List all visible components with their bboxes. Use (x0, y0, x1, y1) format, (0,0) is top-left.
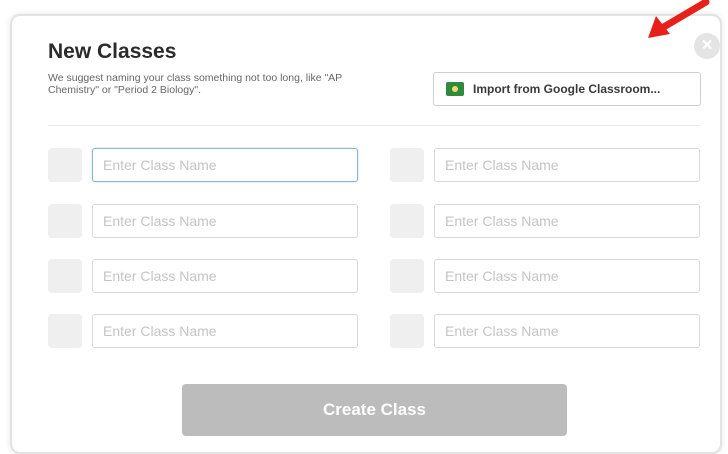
class-color-swatch[interactable] (390, 314, 424, 348)
new-classes-modal: New Classes We suggest naming your class… (10, 14, 722, 454)
class-row (390, 314, 700, 348)
class-name-input[interactable] (434, 314, 700, 348)
class-color-swatch[interactable] (390, 148, 424, 182)
class-name-input[interactable] (92, 314, 358, 348)
class-color-swatch[interactable] (390, 259, 424, 293)
class-row (48, 204, 358, 238)
class-row (390, 148, 700, 182)
modal-title: New Classes (48, 40, 177, 63)
class-color-swatch[interactable] (48, 259, 82, 293)
class-color-swatch[interactable] (48, 148, 82, 182)
class-row (390, 204, 700, 238)
divider (48, 125, 700, 126)
class-color-swatch[interactable] (48, 314, 82, 348)
google-classroom-icon (446, 82, 464, 96)
class-row (48, 148, 358, 182)
class-row (48, 314, 358, 348)
import-button-label: Import from Google Classroom... (473, 82, 661, 96)
class-name-input[interactable] (92, 148, 358, 182)
class-name-input[interactable] (92, 204, 358, 238)
class-color-swatch[interactable] (390, 204, 424, 238)
class-name-input[interactable] (434, 148, 700, 182)
modal-subtitle: We suggest naming your class something n… (48, 72, 342, 96)
red-arrow-icon (648, 0, 710, 38)
class-name-input[interactable] (434, 204, 700, 238)
class-name-input[interactable] (434, 259, 700, 293)
create-class-button[interactable]: Create Class (182, 384, 567, 436)
class-name-input[interactable] (92, 259, 358, 293)
class-row (48, 259, 358, 293)
class-row (390, 259, 700, 293)
import-google-classroom-button[interactable]: Import from Google Classroom... (433, 72, 701, 106)
class-color-swatch[interactable] (48, 204, 82, 238)
